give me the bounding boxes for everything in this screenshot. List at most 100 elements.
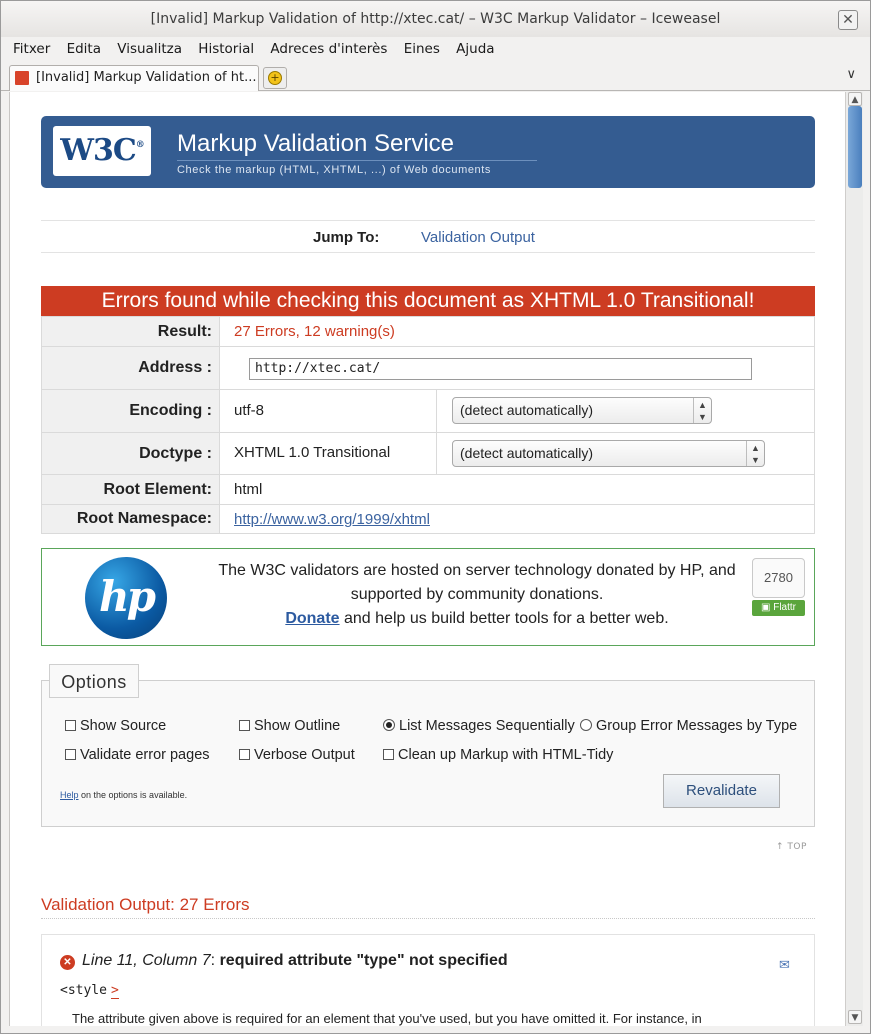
- w3c-favicon-icon: [15, 71, 29, 85]
- menu-bar: Fitxer Edita Visualitza Historial Adrece…: [1, 38, 870, 62]
- options-legend[interactable]: Options: [49, 664, 139, 698]
- menu-help[interactable]: Ajuda: [456, 41, 494, 57]
- service-title[interactable]: Markup Validation Service: [177, 130, 454, 158]
- group-errors-label: Group Error Messages by Type: [596, 718, 798, 734]
- vertical-scrollbar[interactable]: ▲ ▼: [845, 92, 863, 1026]
- address-label: Address :: [42, 347, 220, 389]
- doctype-select-value: (detect automatically): [460, 445, 594, 461]
- show-outline-label: Show Outline: [254, 718, 341, 734]
- error-message-header: Line 11, Column 7: required attribute "t…: [82, 952, 508, 970]
- doctype-label: Doctype :: [42, 433, 220, 474]
- cleanup-tidy-checkbox[interactable]: [383, 749, 394, 760]
- menu-tools[interactable]: Eines: [404, 41, 440, 57]
- menu-edit[interactable]: Edita: [67, 41, 101, 57]
- validate-error-pages-label: Validate error pages: [80, 747, 210, 763]
- window-close-button[interactable]: ✕: [838, 10, 858, 30]
- flattr-label: Flattr: [773, 602, 796, 613]
- group-errors-radio[interactable]: [580, 719, 592, 731]
- encoding-select-value: (detect automatically): [460, 402, 594, 418]
- banner-divider: [177, 160, 537, 161]
- row-address: Address : http://xtec.cat/: [42, 346, 814, 389]
- jump-link-validation-output[interactable]: Validation Output: [421, 221, 535, 254]
- list-sequentially-radio[interactable]: [383, 719, 395, 731]
- options-help-line: Help on the options is available.: [60, 790, 187, 800]
- menu-file[interactable]: Fitxer: [13, 41, 50, 57]
- browser-window: [Invalid] Markup Validation of http://xt…: [0, 0, 871, 1034]
- group-errors-option[interactable]: Group Error Messages by Type: [580, 718, 797, 734]
- error-icon: ✕: [60, 955, 75, 970]
- error-headline: Errors found while checking this documen…: [41, 286, 815, 316]
- doctype-select[interactable]: (detect automatically) ▲ ▼: [452, 440, 765, 467]
- back-to-top-link[interactable]: ↑ TOP: [776, 842, 807, 852]
- w3c-banner: W3C® Markup Validation Service Check the…: [41, 116, 815, 188]
- error-location-sep: :: [210, 952, 220, 969]
- scrollbar-thumb[interactable]: [848, 106, 862, 188]
- error-title: required attribute "type" not specified: [219, 952, 508, 969]
- error-explanation: The attribute given above is required fo…: [72, 1011, 702, 1026]
- tab-active[interactable]: [Invalid] Markup Validation of ht...: [9, 65, 259, 91]
- root-element-value: html: [234, 481, 263, 498]
- row-doctype: Doctype : XHTML 1.0 Transitional (detect…: [42, 432, 814, 474]
- tab-bar: [Invalid] Markup Validation of ht... + ∨: [1, 63, 870, 91]
- cleanup-tidy-option[interactable]: Clean up Markup with HTML-Tidy: [383, 747, 613, 763]
- show-source-checkbox[interactable]: [65, 720, 76, 731]
- encoding-select[interactable]: (detect automatically) ▲ ▼: [452, 397, 712, 424]
- list-sequentially-option[interactable]: List Messages Sequentially: [383, 718, 575, 734]
- select-updown-icon: ▲ ▼: [746, 441, 764, 466]
- window-titlebar: [Invalid] Markup Validation of http://xt…: [1, 1, 870, 37]
- scroll-down-icon[interactable]: ▼: [848, 1010, 862, 1024]
- close-icon: ✕: [842, 12, 854, 28]
- row-encoding: Encoding : utf-8 (detect automatically) …: [42, 389, 814, 432]
- row-result: Result: 27 Errors, 12 warning(s): [42, 316, 814, 346]
- revalidate-button[interactable]: Revalidate: [663, 774, 780, 808]
- menu-view[interactable]: Visualitza: [117, 41, 182, 57]
- jump-bar: Jump To: Validation Output: [41, 220, 815, 253]
- verbose-output-option[interactable]: Verbose Output: [239, 747, 355, 763]
- window-title: [Invalid] Markup Validation of http://xt…: [150, 11, 721, 27]
- root-element-label: Root Element:: [42, 475, 220, 504]
- new-tab-button[interactable]: +: [263, 67, 287, 89]
- root-namespace-link[interactable]: http://www.w3.org/1999/xhtml: [234, 511, 430, 528]
- service-subtitle: Check the markup (HTML, XHTML, ...) of W…: [177, 164, 492, 176]
- page-viewport: W3C® Markup Validation Service Check the…: [9, 92, 845, 1026]
- options-panel: Options Show Source Show Outline List Me…: [41, 664, 815, 827]
- flattr-button[interactable]: ▣ Flattr: [752, 600, 805, 616]
- sponsor-line-1: The W3C validators are hosted on server …: [218, 562, 736, 603]
- error-code-snippet: <style >: [60, 983, 119, 999]
- doctype-value: XHTML 1.0 Transitional: [234, 444, 391, 461]
- w3c-logo[interactable]: W3C®: [53, 126, 151, 176]
- list-all-tabs-button[interactable]: ∨: [846, 67, 856, 82]
- menu-history[interactable]: Historial: [198, 41, 254, 57]
- show-outline-option[interactable]: Show Outline: [239, 718, 340, 734]
- error-code: <style: [60, 983, 107, 998]
- help-text: on the options is available.: [78, 790, 188, 800]
- validate-error-pages-option[interactable]: Validate error pages: [65, 747, 210, 763]
- encoding-value: utf-8: [234, 402, 265, 419]
- sponsor-box: hp The W3C validators are hosted on serv…: [41, 548, 815, 646]
- show-outline-checkbox[interactable]: [239, 720, 250, 731]
- plus-icon: +: [268, 71, 282, 85]
- show-source-label: Show Source: [80, 718, 167, 734]
- hp-logo[interactable]: hp: [85, 557, 167, 639]
- help-link[interactable]: Help: [60, 790, 79, 800]
- error-code-marker: >: [110, 983, 119, 999]
- mail-icon[interactable]: ✉: [779, 957, 790, 973]
- root-namespace-label: Root Namespace:: [42, 505, 220, 533]
- scroll-up-icon[interactable]: ▲: [848, 92, 862, 106]
- encoding-label: Encoding :: [42, 390, 220, 432]
- doctype-cell-divider: [436, 433, 437, 474]
- verbose-output-label: Verbose Output: [254, 747, 355, 763]
- tab-label: [Invalid] Markup Validation of ht...: [36, 70, 257, 85]
- donate-link[interactable]: Donate: [285, 610, 339, 627]
- validate-error-pages-checkbox[interactable]: [65, 749, 76, 760]
- jump-label: Jump To:: [313, 229, 380, 246]
- show-source-option[interactable]: Show Source: [65, 718, 166, 734]
- address-input[interactable]: http://xtec.cat/: [249, 358, 752, 380]
- error-location: Line 11, Column 7: [82, 952, 211, 969]
- result-value: 27 Errors, 12 warning(s): [234, 323, 395, 340]
- sponsor-text: The W3C validators are hosted on server …: [202, 559, 752, 631]
- menu-bookmarks[interactable]: Adreces d'interès: [270, 41, 387, 57]
- verbose-output-checkbox[interactable]: [239, 749, 250, 760]
- encoding-cell-divider: [436, 390, 437, 432]
- row-root-element: Root Element: html: [42, 474, 814, 504]
